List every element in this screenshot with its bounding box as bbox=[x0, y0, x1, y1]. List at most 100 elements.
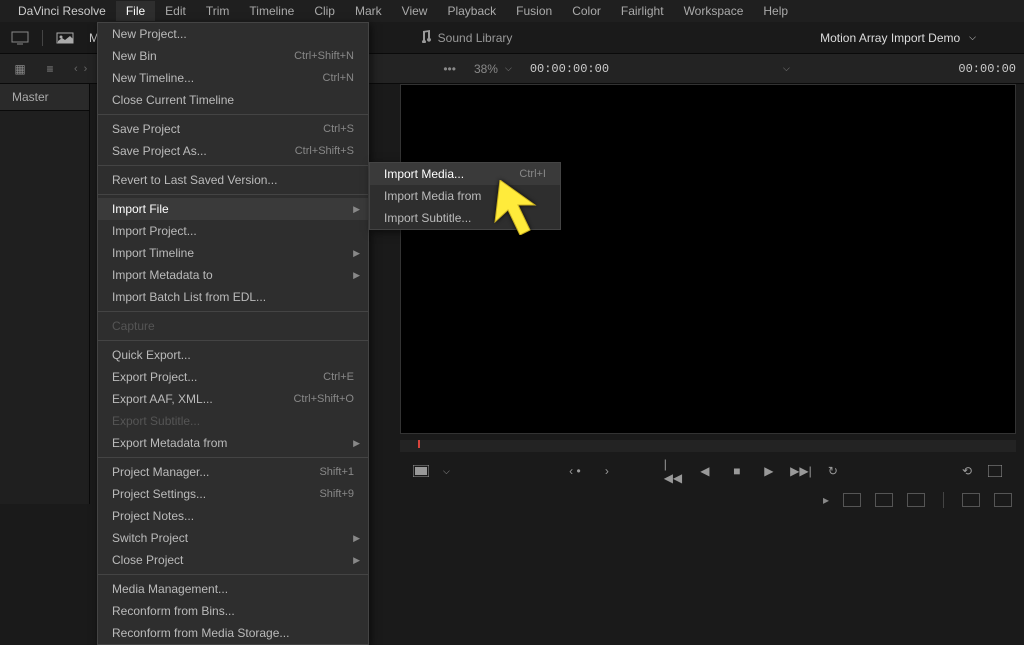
menubar-file[interactable]: File bbox=[116, 1, 155, 21]
menubar-help[interactable]: Help bbox=[753, 1, 798, 21]
menu-item-quick-export[interactable]: Quick Export... bbox=[98, 344, 368, 366]
menu-separator bbox=[98, 165, 368, 166]
menu-item-save-project[interactable]: Save ProjectCtrl+S bbox=[98, 118, 368, 140]
menu-item-project-notes[interactable]: Project Notes... bbox=[98, 505, 368, 527]
music-note-icon bbox=[418, 29, 432, 46]
menubar-app-name[interactable]: DaVinci Resolve bbox=[8, 1, 116, 21]
menu-item-label: Import Batch List from EDL... bbox=[112, 290, 266, 304]
media-pool-icon[interactable] bbox=[53, 28, 77, 48]
loop-icon[interactable]: ↻ bbox=[824, 462, 842, 480]
master-bin[interactable]: Master bbox=[0, 84, 89, 111]
viewer-mode-icon[interactable] bbox=[412, 462, 430, 480]
menu-item-reconform-from-media-storage[interactable]: Reconform from Media Storage... bbox=[98, 622, 368, 644]
menu-item-label: Revert to Last Saved Version... bbox=[112, 173, 277, 187]
menu-item-media-management[interactable]: Media Management... bbox=[98, 578, 368, 600]
divider bbox=[943, 492, 944, 508]
menu-item-label: Export AAF, XML... bbox=[112, 392, 213, 406]
menu-item-export-aaf-xml[interactable]: Export AAF, XML...Ctrl+Shift+O bbox=[98, 388, 368, 410]
menu-item-new-bin[interactable]: New BinCtrl+Shift+N bbox=[98, 45, 368, 67]
pointer-tool-icon[interactable]: ▸ bbox=[823, 493, 829, 507]
timeline-ruler[interactable] bbox=[400, 440, 1016, 452]
menubar-mark[interactable]: Mark bbox=[345, 1, 392, 21]
menu-item-project-manager[interactable]: Project Manager...Shift+1 bbox=[98, 461, 368, 483]
tool-2-icon[interactable] bbox=[875, 493, 893, 507]
menu-item-import-project[interactable]: Import Project... bbox=[98, 220, 368, 242]
menu-item-new-timeline[interactable]: New Timeline...Ctrl+N bbox=[98, 67, 368, 89]
menu-item-save-project-as[interactable]: Save Project As...Ctrl+Shift+S bbox=[98, 140, 368, 162]
sound-library-button[interactable]: Sound Library bbox=[418, 29, 513, 46]
grid-view-icon[interactable]: ▦ bbox=[8, 59, 32, 79]
menu-item-export-project[interactable]: Export Project...Ctrl+E bbox=[98, 366, 368, 388]
file-menu-dropdown: New Project...New BinCtrl+Shift+NNew Tim… bbox=[97, 22, 369, 645]
match-frame-icon[interactable]: ⟲ bbox=[958, 462, 976, 480]
menubar-fusion[interactable]: Fusion bbox=[506, 1, 562, 21]
menu-separator bbox=[98, 114, 368, 115]
submenu-arrow-icon: ▶ bbox=[353, 270, 360, 281]
list-view-icon[interactable]: ≡ bbox=[38, 59, 62, 79]
menubar-fairlight[interactable]: Fairlight bbox=[611, 1, 674, 21]
menubar-edit[interactable]: Edit bbox=[155, 1, 196, 21]
prev-marker-icon[interactable]: ‹ • bbox=[566, 462, 584, 480]
stop-icon[interactable]: ■ bbox=[728, 462, 746, 480]
submenu-item-label: Import Subtitle... bbox=[384, 211, 471, 225]
menu-item-close-current-timeline[interactable]: Close Current Timeline bbox=[98, 89, 368, 111]
timecode-left: 00:00:00:00 bbox=[530, 62, 609, 76]
viewer-options-icon[interactable] bbox=[986, 462, 1004, 480]
menu-item-label: Capture bbox=[112, 319, 155, 333]
menu-item-import-batch-list-from-edl[interactable]: Import Batch List from EDL... bbox=[98, 286, 368, 308]
play-icon[interactable]: ▶ bbox=[760, 462, 778, 480]
menu-item-label: Project Notes... bbox=[112, 509, 194, 523]
tool-4-icon[interactable] bbox=[962, 493, 980, 507]
zoom-control[interactable]: ••• 38% ⌵ bbox=[443, 62, 511, 76]
project-title[interactable]: Motion Array Import Demo ⌵ bbox=[820, 31, 976, 45]
go-to-end-icon[interactable]: ▶▶| bbox=[792, 462, 810, 480]
step-back-icon[interactable]: ◀ bbox=[696, 462, 714, 480]
menu-item-revert-to-last-saved-version[interactable]: Revert to Last Saved Version... bbox=[98, 169, 368, 191]
go-to-start-icon[interactable]: |◀◀ bbox=[664, 462, 682, 480]
chevron-down-icon[interactable]: ⌵ bbox=[443, 466, 450, 477]
menubar-timeline[interactable]: Timeline bbox=[239, 1, 304, 21]
menu-item-switch-project[interactable]: Switch Project▶ bbox=[98, 527, 368, 549]
menu-item-import-file[interactable]: Import File▶ bbox=[98, 198, 368, 220]
chevron-down-icon[interactable]: ⌵ bbox=[783, 63, 790, 74]
menu-item-export-metadata-from[interactable]: Export Metadata from ▶ bbox=[98, 432, 368, 454]
tool-5-icon[interactable] bbox=[994, 493, 1012, 507]
menu-item-label: Save Project As... bbox=[112, 144, 207, 158]
zoom-value: 38% bbox=[474, 62, 498, 76]
menubar-color[interactable]: Color bbox=[562, 1, 611, 21]
monitor-icon[interactable] bbox=[8, 28, 32, 48]
playhead[interactable] bbox=[418, 440, 420, 448]
menu-item-label: Export Metadata from bbox=[112, 436, 227, 450]
menu-item-label: Project Settings... bbox=[112, 487, 206, 501]
menu-item-capture: Capture bbox=[98, 315, 368, 337]
submenu-arrow-icon: ▶ bbox=[353, 438, 360, 449]
menu-item-label: Quick Export... bbox=[112, 348, 191, 362]
menu-item-project-settings[interactable]: Project Settings...Shift+9 bbox=[98, 483, 368, 505]
menu-item-close-project[interactable]: Close Project▶ bbox=[98, 549, 368, 571]
submenu-arrow-icon: ▶ bbox=[353, 248, 360, 259]
menubar-clip[interactable]: Clip bbox=[304, 1, 345, 21]
menubar-playback[interactable]: Playback bbox=[437, 1, 506, 21]
next-marker-icon[interactable]: › bbox=[598, 462, 616, 480]
menubar-trim[interactable]: Trim bbox=[196, 1, 240, 21]
menu-item-label: New Timeline... bbox=[112, 71, 194, 85]
submenu-item-shortcut: Ctrl+I bbox=[519, 168, 546, 180]
menu-item-reconform-from-bins[interactable]: Reconform from Bins... bbox=[98, 600, 368, 622]
submenu-arrow-icon: ▶ bbox=[353, 555, 360, 566]
tool-1-icon[interactable] bbox=[843, 493, 861, 507]
menu-item-label: Import Project... bbox=[112, 224, 197, 238]
tool-3-icon[interactable] bbox=[907, 493, 925, 507]
transport-controls: ⌵ ‹ • › |◀◀ ◀ ■ ▶ ▶▶| ↻ ⟲ bbox=[400, 458, 1016, 484]
menu-item-import-timeline[interactable]: Import Timeline▶ bbox=[98, 242, 368, 264]
menu-item-label: New Project... bbox=[112, 27, 187, 41]
nav-forward[interactable]: › bbox=[82, 63, 90, 75]
menu-item-label: Media Management... bbox=[112, 582, 228, 596]
menu-item-new-project[interactable]: New Project... bbox=[98, 23, 368, 45]
menu-item-label: Import Metadata to bbox=[112, 268, 213, 282]
viewer[interactable] bbox=[400, 84, 1016, 434]
menubar-workspace[interactable]: Workspace bbox=[674, 1, 754, 21]
menu-item-import-metadata-to[interactable]: Import Metadata to ▶ bbox=[98, 264, 368, 286]
nav-back[interactable]: ‹ bbox=[72, 63, 80, 75]
menu-item-label: Close Current Timeline bbox=[112, 93, 234, 107]
menubar-view[interactable]: View bbox=[392, 1, 438, 21]
